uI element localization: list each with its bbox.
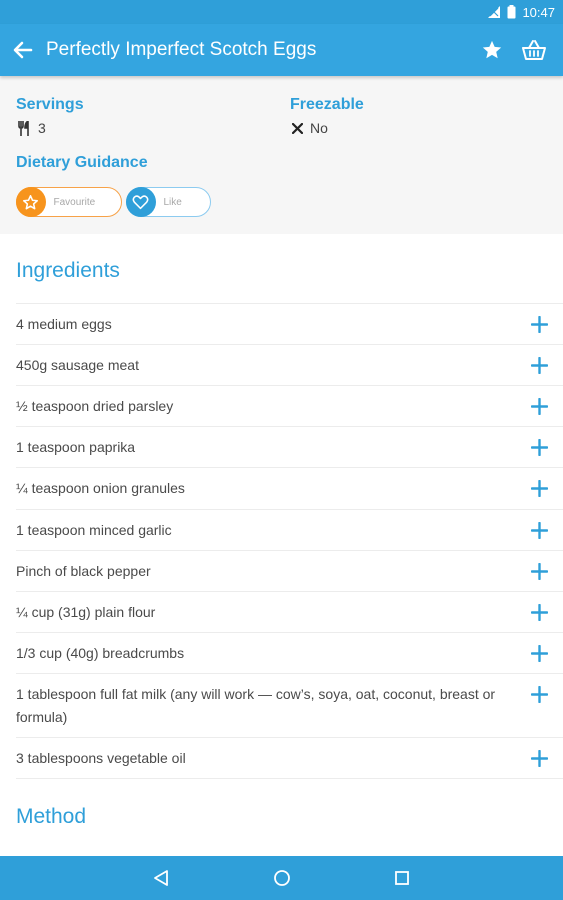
status-time: 10:47 (522, 4, 555, 20)
ingredient-row: 1 tablespoon full fat milk (any will wor… (16, 673, 563, 737)
dietary-guidance-label: Dietary Guidance (16, 154, 148, 171)
ingredient-text: 450g sausage meat (16, 356, 139, 373)
plus-icon (530, 315, 548, 333)
plus-icon (530, 438, 548, 456)
add-to-basket-button[interactable] (529, 643, 549, 663)
cross-icon (292, 122, 303, 134)
ingredients-heading: Ingredients (16, 259, 120, 282)
method-heading: Method (16, 805, 87, 828)
plus-icon (530, 749, 548, 767)
recipe-info-panel: Servings 3 Freezable No Dietary Guidance… (0, 76, 563, 234)
plus-icon (530, 521, 548, 539)
add-to-basket-button[interactable] (529, 520, 549, 540)
servings-count: 3 (38, 120, 46, 136)
add-to-basket-button[interactable] (529, 396, 549, 416)
ingredient-row: 1 teaspoon paprika (16, 426, 563, 467)
cutlery-icon (18, 120, 29, 136)
nav-recents-icon (395, 871, 409, 885)
add-to-basket-button[interactable] (529, 355, 549, 375)
ingredient-text: 3 tablespoons vegetable oil (16, 749, 186, 766)
basket-icon (522, 40, 546, 60)
add-to-basket-button[interactable] (529, 437, 549, 457)
ingredient-row: ½ teaspoon dried parsley (16, 385, 563, 426)
ingredient-row: ¼ teaspoon onion granules (16, 467, 563, 509)
plus-icon (530, 397, 548, 415)
ingredient-row: 4 medium eggs (16, 303, 563, 344)
add-to-basket-button[interactable] (529, 561, 549, 581)
status-bar: 10:47 (0, 0, 563, 24)
ingredient-text: ¼ cup (31g) plain flour (16, 603, 156, 620)
ingredient-row: 450g sausage meat (16, 344, 563, 385)
system-nav-bar (0, 856, 563, 900)
page-title: Perfectly Imperfect Scotch Eggs (46, 39, 317, 60)
nav-home-button[interactable] (270, 866, 294, 890)
ingredient-text: Pinch of black pepper (16, 562, 151, 579)
plus-icon (530, 480, 548, 497)
back-button[interactable] (0, 24, 46, 76)
heart-outline-icon (132, 195, 149, 210)
freezable-answer: No (310, 120, 328, 136)
nav-back-button[interactable] (149, 866, 173, 890)
plus-icon (530, 562, 548, 580)
ingredient-text: 4 medium eggs (16, 315, 112, 332)
freezable-value: No (292, 120, 328, 136)
ingredient-text: ¼ teaspoon onion granules (16, 480, 185, 496)
ingredient-text: 1 teaspoon minced garlic (16, 521, 172, 538)
ingredient-row: Pinch of black pepper (16, 550, 563, 591)
freezable-label: Freezable (290, 96, 364, 113)
ingredient-text: 1 tablespoon full fat milk (any will wor… (16, 685, 496, 725)
add-to-basket-button[interactable] (529, 479, 549, 499)
plus-icon (530, 644, 548, 662)
nav-recents-button[interactable] (390, 866, 414, 890)
favourite-star-button[interactable] (471, 24, 513, 76)
star-outline-icon (22, 194, 39, 209)
ingredient-text: ½ teaspoon dried parsley (16, 397, 174, 414)
battery-icon (507, 5, 516, 19)
plus-icon (530, 356, 548, 374)
ingredient-row: 3 tablespoons vegetable oil (16, 737, 563, 778)
basket-button[interactable] (513, 24, 555, 76)
plus-icon (530, 685, 548, 703)
favourite-label: Favourite (53, 196, 96, 208)
star-icon (482, 40, 502, 59)
add-to-basket-button[interactable] (529, 602, 549, 622)
ingredient-text: 1/3 cup (40g) breadcrumbs (16, 644, 185, 661)
servings-label: Servings (16, 96, 84, 113)
like-toggle[interactable]: Like (125, 187, 211, 217)
like-label: Like (163, 196, 182, 208)
ingredient-text: 1 teaspoon paprika (16, 438, 136, 455)
list-divider (16, 778, 563, 779)
like-circle (125, 187, 156, 217)
servings-value: 3 (18, 120, 46, 136)
back-arrow-icon (13, 41, 33, 59)
add-to-basket-button[interactable] (529, 684, 549, 704)
ingredient-row: 1/3 cup (40g) breadcrumbs (16, 632, 563, 673)
nav-back-icon (154, 870, 168, 886)
add-to-basket-button[interactable] (529, 748, 549, 768)
favourite-toggle[interactable]: Favourite (15, 187, 122, 217)
nav-home-icon (274, 870, 290, 886)
signal-icon (487, 5, 501, 19)
add-to-basket-button[interactable] (529, 314, 549, 334)
ingredient-row: 1 teaspoon minced garlic (16, 509, 563, 550)
ingredient-row: ¼ cup (31g) plain flour (16, 591, 563, 632)
ingredients-list: 4 medium eggs 450g sausage meat ½ teaspoon… (16, 303, 563, 779)
plus-icon (530, 603, 548, 621)
app-bar: Perfectly Imperfect Scotch Eggs (0, 24, 563, 76)
favourite-circle (15, 187, 46, 217)
